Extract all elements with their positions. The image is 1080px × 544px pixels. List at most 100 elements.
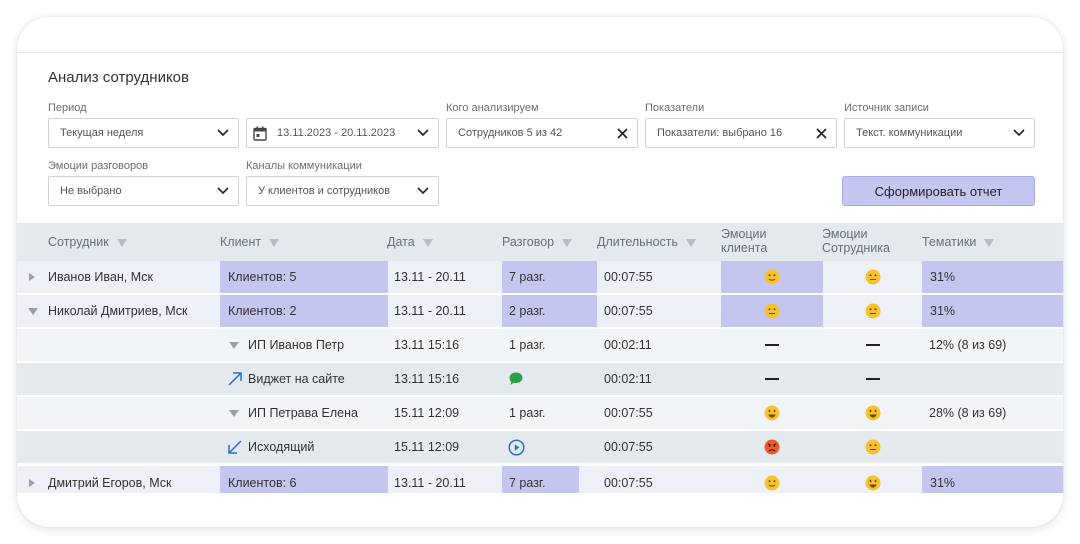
- emotion-client-cell: [721, 431, 823, 463]
- expand-arrow-icon[interactable]: [29, 466, 35, 493]
- emotion-client-cell: [721, 466, 823, 493]
- sort-icon: [422, 238, 433, 247]
- table-row[interactable]: ИП Петрава Елена 15.11 12:09 1 разг. 00:…: [17, 397, 1063, 430]
- neutral-face-icon: [865, 269, 881, 285]
- emotion-client-cell: [721, 261, 823, 293]
- table-row[interactable]: Виджет на сайте 13.11 15:16 00:02:11: [17, 363, 1063, 396]
- chat-bubble-icon[interactable]: [508, 363, 524, 395]
- chevron-down-icon: [208, 187, 238, 195]
- date-cell: 13.11 - 20.11: [394, 304, 466, 318]
- sort-icon: [984, 238, 995, 247]
- page-title: Анализ сотрудников: [48, 69, 189, 86]
- duration-cell: 00:02:11: [604, 338, 652, 352]
- client-cell: Исходящий: [248, 440, 315, 454]
- duration-cell: 00:07:55: [604, 304, 653, 318]
- employee-name: Николай Дмитриев, Мск: [48, 304, 188, 318]
- date-cell: 13.11 - 20.11: [394, 475, 466, 490]
- who-value: Сотрудников 5 из 42: [458, 127, 563, 139]
- collapse-arrow-icon[interactable]: [28, 295, 38, 327]
- col-date[interactable]: Дата: [387, 235, 433, 249]
- duration-cell: 00:07:55: [604, 440, 653, 454]
- date-cell: 13.11 15:16: [394, 372, 460, 386]
- play-circle-icon[interactable]: [508, 431, 525, 463]
- source-value: Текст. коммуникации: [856, 127, 963, 139]
- employee-name: Иванов Иван, Мск: [48, 270, 153, 284]
- report-card: Анализ сотрудников Период Кого анализиру…: [17, 17, 1063, 527]
- col-employee[interactable]: Сотрудник: [48, 235, 127, 249]
- outgoing-arrow-icon: [227, 431, 243, 463]
- col-emo-staff[interactable]: Эмоции Сотрудника: [822, 227, 890, 255]
- sort-icon: [562, 238, 573, 247]
- period-select[interactable]: Текущая неделя: [48, 118, 239, 148]
- collapse-arrow-icon[interactable]: [229, 397, 239, 429]
- topics-cell: 31%: [922, 295, 1063, 327]
- talk-cell: 1 разг.: [509, 406, 546, 420]
- date-range-picker[interactable]: 13.11.2023 - 20.11.2023: [246, 118, 439, 148]
- topics-cell: 31%: [922, 261, 1063, 293]
- date-range-value: 13.11.2023 - 20.11.2023: [277, 127, 396, 139]
- sort-icon: [686, 238, 697, 247]
- grin-icon: [865, 475, 881, 490]
- talk-cell: 1 разг.: [509, 338, 546, 352]
- client-cell: Клиентов: 2: [220, 295, 388, 327]
- close-icon[interactable]: [607, 127, 637, 139]
- duration-cell: 00:07:55: [604, 270, 653, 284]
- emotion-staff-cell: [823, 431, 923, 463]
- duration-cell: 00:02:11: [604, 372, 652, 386]
- chevron-down-icon: [408, 129, 438, 137]
- emotion-staff-cell: [823, 329, 923, 361]
- table-row[interactable]: Николай Дмитриев, Мск Клиентов: 2 13.11 …: [17, 295, 1063, 328]
- duration-cell: 00:07:55: [604, 475, 653, 490]
- grin-icon: [764, 405, 780, 421]
- generate-report-button[interactable]: Сформировать отчет: [842, 176, 1035, 206]
- neutral-face-icon: [764, 303, 780, 319]
- channels-label: Каналы коммуникации: [246, 160, 362, 172]
- neutral-face-icon: [865, 439, 881, 455]
- col-talk[interactable]: Разговор: [502, 235, 573, 249]
- table-row[interactable]: Иванов Иван, Мск Клиентов: 5 13.11 - 20.…: [17, 261, 1063, 294]
- date-cell: 13.11 - 20.11: [394, 270, 466, 284]
- emotion-client-cell: [721, 295, 823, 327]
- topics-cell: 12% (8 из 69): [929, 338, 1007, 352]
- col-emo-client[interactable]: Эмоции клиента: [721, 227, 767, 255]
- incoming-arrow-icon: [227, 363, 243, 395]
- angry-face-icon: [764, 439, 780, 455]
- metrics-select[interactable]: Показатели: выбрано 16: [645, 118, 837, 148]
- employees-table: Сотрудник Клиент Дата Разговор Длительно…: [17, 223, 1063, 493]
- talk-cell: 2 разг.: [502, 295, 597, 327]
- who-select[interactable]: Сотрудников 5 из 42: [446, 118, 638, 148]
- client-cell: ИП Иванов Петр: [248, 338, 345, 352]
- source-label: Источник записи: [844, 102, 929, 114]
- slight-smile-icon: [764, 269, 780, 285]
- topics-cell: 31%: [922, 466, 1063, 493]
- emotions-value: Не выбрано: [60, 185, 122, 197]
- emotion-staff-cell: [823, 466, 923, 493]
- client-cell: Клиентов: 5: [220, 261, 388, 293]
- col-duration[interactable]: Длительность: [597, 235, 697, 249]
- close-icon[interactable]: [806, 127, 836, 139]
- sort-icon: [269, 238, 280, 247]
- chevron-down-icon: [408, 187, 438, 195]
- emotion-staff-cell: [823, 397, 923, 429]
- date-cell: 15.11 12:09: [394, 406, 460, 420]
- emotions-label: Эмоции разговоров: [48, 160, 149, 172]
- col-topics[interactable]: Тематики: [922, 235, 995, 249]
- sort-icon: [116, 238, 127, 247]
- period-value: Текущая неделя: [60, 127, 144, 139]
- emotion-staff-cell: [823, 363, 923, 395]
- table-row[interactable]: Исходящий 15.11 12:09 00:07:55: [17, 431, 1063, 464]
- emotion-client-cell: [721, 363, 823, 395]
- table-row[interactable]: Дмитрий Егоров, Мск Клиентов: 6 13.11 - …: [17, 466, 1063, 493]
- emotions-select[interactable]: Не выбрано: [48, 176, 239, 206]
- collapse-arrow-icon[interactable]: [229, 329, 239, 361]
- neutral-face-icon: [865, 303, 881, 319]
- source-select[interactable]: Текст. коммуникации: [844, 118, 1035, 148]
- metrics-value: Показатели: выбрано 16: [657, 127, 783, 139]
- expand-arrow-icon[interactable]: [29, 261, 35, 293]
- who-label: Кого анализируем: [446, 102, 539, 114]
- col-client[interactable]: Клиент: [220, 235, 280, 249]
- channels-select[interactable]: У клиентов и сотрудников: [246, 176, 439, 206]
- channels-value: У клиентов и сотрудников: [258, 185, 391, 197]
- employee-name: Дмитрий Егоров, Мск: [48, 475, 172, 490]
- table-row[interactable]: ИП Иванов Петр 13.11 15:16 1 разг. 00:02…: [17, 329, 1063, 362]
